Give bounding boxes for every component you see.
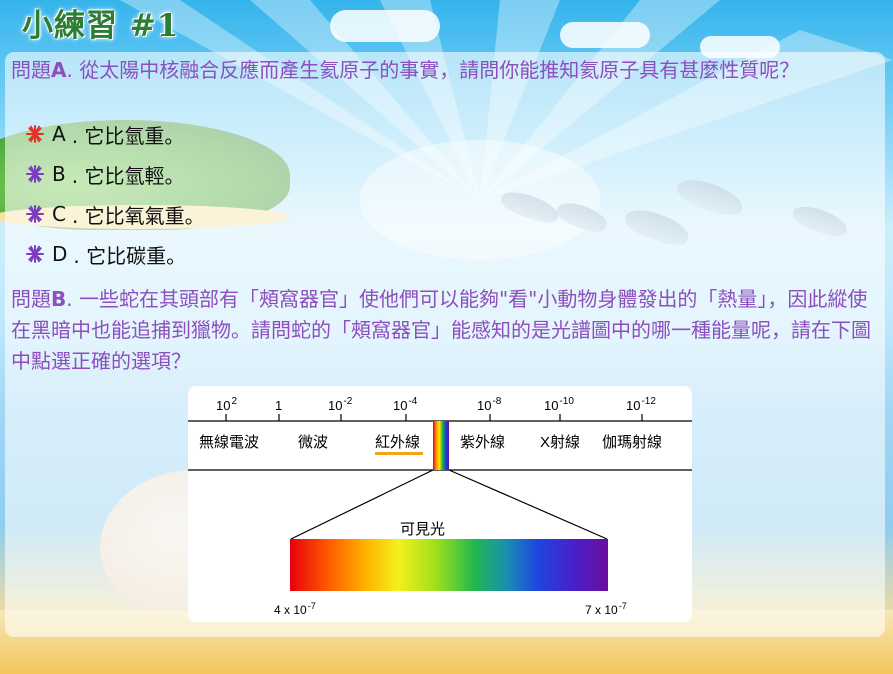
wavelength-right-label: 7 x 10-7	[585, 601, 627, 617]
band-xray[interactable]: X射線	[540, 434, 580, 451]
option-a-text: . 它比氫重。	[71, 123, 185, 148]
option-c-letter: C	[52, 202, 66, 226]
option-c-text: . 它比氧氣重。	[71, 203, 205, 228]
scale-ticks	[225, 414, 643, 421]
starburst-bullet-icon	[26, 245, 44, 263]
scale-label-5: 10-10	[544, 396, 574, 413]
scale-label-3: 10-4	[393, 396, 418, 413]
band-radio[interactable]: 無線電波	[199, 434, 259, 451]
scale-label-1: 1	[275, 398, 282, 413]
spectrum-svg: 102 1 10-2 10-4 10-8 10-10 10-12 無線電波 微波…	[188, 396, 692, 617]
option-a-letter: A	[52, 122, 66, 146]
question-b-letter: B	[51, 287, 67, 311]
scale-label-4: 10-8	[477, 396, 502, 413]
question-b-prefix: 問題	[11, 287, 51, 311]
spectrum-diagram: 102 1 10-2 10-4 10-8 10-10 10-12 無線電波 微波…	[188, 386, 692, 622]
option-b[interactable]: B. 它比氫輕。	[26, 159, 184, 189]
visible-light-strip	[433, 421, 449, 470]
option-d[interactable]: D. 它比碳重。	[26, 239, 186, 269]
scale-labels: 102 1 10-2 10-4 10-8 10-10 10-12	[216, 396, 656, 413]
cloud	[560, 22, 650, 48]
cloud	[330, 10, 440, 42]
option-a[interactable]: A. 它比氫重。	[26, 119, 184, 149]
band-microwave[interactable]: 微波	[298, 434, 328, 451]
visible-light-label: 可見光	[400, 521, 445, 538]
scale-label-2: 10-2	[328, 396, 353, 413]
starburst-bullet-icon	[26, 165, 44, 183]
starburst-bullet-icon	[26, 205, 44, 223]
option-b-text: . 它比氫輕。	[71, 163, 185, 188]
option-c[interactable]: C. 它比氧氣重。	[26, 199, 205, 229]
question-a-text: . 從太陽中核融合反應而產生氦原子的事實，請問你能推知氦原子具有甚麼性質呢？	[66, 58, 800, 82]
option-d-text: . 它比碳重。	[73, 243, 187, 268]
question-b-text: . 一些蛇在其頭部有「頰窩器官」使他們可以能夠"看"小動物身體發出的「熱量」，因…	[11, 287, 871, 373]
question-a: 問題A. 從太陽中核融合反應而產生氦原子的事實，請問你能推知氦原子具有甚麼性質呢…	[11, 55, 876, 86]
band-gamma[interactable]: 伽瑪射線	[602, 434, 662, 451]
band-infrared[interactable]: 紅外線	[375, 434, 420, 451]
visible-spectrum-bar	[290, 539, 608, 591]
question-a-letter: A	[51, 58, 67, 82]
starburst-bullet-icon	[26, 125, 44, 143]
wavelength-left-label: 4 x 10-7	[274, 601, 316, 617]
scale-label-6: 10-12	[626, 396, 656, 413]
question-b: 問題B. 一些蛇在其頭部有「頰窩器官」使他們可以能夠"看"小動物身體發出的「熱量…	[11, 284, 876, 377]
infrared-selection-underline	[375, 452, 423, 455]
option-b-letter: B	[52, 162, 66, 186]
question-a-prefix: 問題	[11, 58, 51, 82]
option-d-letter: D	[52, 242, 68, 266]
scale-label-0: 102	[216, 396, 237, 413]
band-ultraviolet[interactable]: 紫外線	[460, 434, 505, 451]
page-title: 小練習 #1	[22, 8, 180, 44]
zoom-line-right	[448, 469, 608, 540]
